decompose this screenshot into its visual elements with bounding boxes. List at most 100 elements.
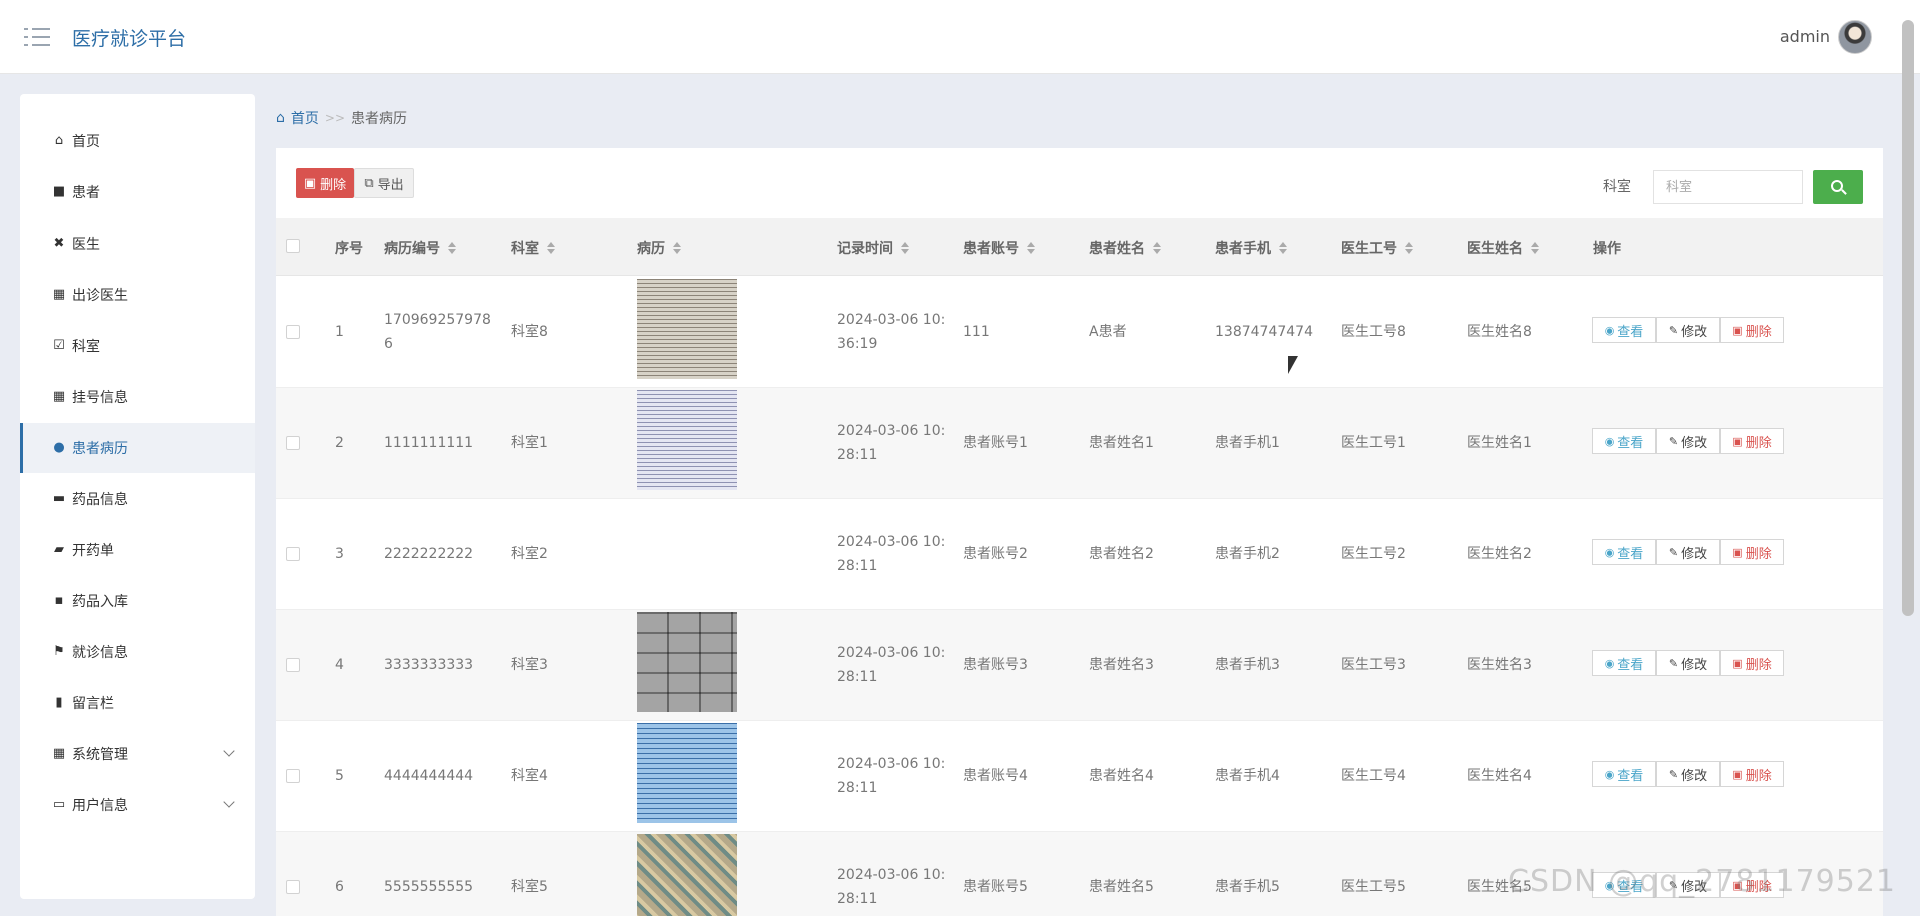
row-checkbox[interactable]: [286, 769, 300, 783]
delete-button[interactable]: ▣ 删除: [1720, 539, 1784, 565]
table-row: 2 1111111111 科室1 2024-03-06 10: 28:11 患者账号1 患者…: [276, 388, 1883, 499]
record-thumbnail[interactable]: [637, 390, 737, 490]
view-button[interactable]: ◉ 查看: [1592, 650, 1656, 676]
delete-button[interactable]: ▣ 删除: [1720, 428, 1784, 454]
sort-icon[interactable]: [547, 242, 555, 254]
table-row: 5 4444444444 科室4 2024-03-06 10: 28:11 患者账号4 患者…: [276, 721, 1883, 832]
row-actions: ◉ 查看 ✎ 修改 ▣ 删除: [1592, 650, 1784, 676]
sidebar-item-visit-info[interactable]: ⚑ 就诊信息: [20, 627, 255, 677]
sort-icon[interactable]: [1279, 242, 1287, 254]
view-button[interactable]: ◉ 查看: [1592, 317, 1656, 343]
sort-icon[interactable]: [1531, 242, 1539, 254]
cell-time-line1: 2024-03-06 10:: [837, 756, 946, 772]
row-checkbox[interactable]: [286, 325, 300, 339]
briefcase-icon: ▰: [54, 542, 64, 557]
eye-icon: ◉: [1604, 545, 1615, 559]
view-label: 查看: [1617, 546, 1644, 562]
home-icon: ⌂: [54, 133, 64, 148]
sidebar-item-drug-info[interactable]: ▬ 药品信息: [20, 474, 255, 524]
monitor-icon: ■: [52, 184, 66, 199]
edit-button[interactable]: ✎ 修改: [1656, 539, 1720, 565]
sort-icon[interactable]: [1153, 242, 1161, 254]
flag-icon: ⚑: [53, 644, 65, 659]
sort-icon[interactable]: [448, 242, 456, 254]
cell-phone: 患者手机1: [1215, 435, 1280, 451]
sidebar-item-message-board[interactable]: ▮ 留言栏: [20, 678, 255, 728]
view-button[interactable]: ◉ 查看: [1592, 761, 1656, 787]
menu-toggle-icon[interactable]: [24, 26, 50, 48]
column-label: 医生工号: [1341, 241, 1397, 257]
view-button[interactable]: ◉ 查看: [1592, 539, 1656, 565]
sidebar-item-visiting-doctor[interactable]: ▦ 出诊医生: [20, 270, 255, 320]
sidebar-item-label: 开药单: [72, 543, 114, 559]
row-checkbox[interactable]: [286, 880, 300, 894]
cell-account: 患者账号1: [963, 435, 1028, 451]
column-header-record[interactable]: 病历: [637, 238, 681, 258]
sidebar-item-home[interactable]: ⌂ 首页: [20, 116, 255, 166]
cell-doc-id: 医生工号4: [1341, 768, 1406, 784]
user-name[interactable]: admin: [1780, 27, 1830, 46]
cell-doc-id: 医生工号1: [1341, 435, 1406, 451]
sidebar-item-registration[interactable]: ▦ 挂号信息: [20, 372, 255, 422]
delete-button[interactable]: ▣ 删除: [1720, 650, 1784, 676]
sidebar-item-doctor[interactable]: ✖ 医生: [20, 219, 255, 269]
breadcrumb-home-link[interactable]: 首页: [291, 108, 319, 128]
sidebar-item-user-info[interactable]: ▭ 用户信息: [20, 780, 255, 830]
record-thumbnail[interactable]: [637, 279, 737, 379]
edit-label: 修改: [1681, 546, 1708, 562]
column-header-no: 序号: [335, 238, 363, 258]
row-checkbox[interactable]: [286, 436, 300, 450]
column-header-account[interactable]: 患者账号: [963, 238, 1035, 258]
edit-button[interactable]: ✎ 修改: [1656, 761, 1720, 787]
column-label: 患者手机: [1215, 241, 1271, 257]
column-header-time[interactable]: 记录时间: [837, 238, 909, 258]
edit-button[interactable]: ✎ 修改: [1656, 650, 1720, 676]
edit-button[interactable]: ✎ 修改: [1656, 317, 1720, 343]
view-label: 查看: [1617, 324, 1644, 340]
cell-dept: 科室8: [511, 324, 548, 340]
sort-icon[interactable]: [901, 242, 909, 254]
avatar[interactable]: [1838, 20, 1872, 54]
cell-time-line1: 2024-03-06 10:: [837, 534, 946, 550]
column-header-patient-name[interactable]: 患者姓名: [1089, 238, 1161, 258]
cell-code-line1: 170969257978: [384, 312, 491, 328]
record-thumbnail[interactable]: [637, 723, 737, 823]
sidebar-item-medical-record[interactable]: ● 患者病历: [20, 423, 255, 473]
search-button[interactable]: [1813, 170, 1863, 204]
sidebar-item-patient[interactable]: ■ 患者: [20, 167, 255, 217]
delete-button[interactable]: ▣ 删除: [1720, 317, 1784, 343]
sort-icon[interactable]: [1027, 242, 1035, 254]
cell-doc-name: 医生姓名2: [1467, 546, 1532, 562]
cell-time-line2: 28:11: [837, 447, 878, 463]
column-header-doc-id[interactable]: 医生工号: [1341, 238, 1413, 258]
delete-button[interactable]: ▣ 删除: [1720, 761, 1784, 787]
select-all-checkbox[interactable]: [286, 239, 300, 253]
export-button[interactable]: ⧉ 导出: [354, 168, 414, 198]
sidebar-item-prescription[interactable]: ▰ 开药单: [20, 525, 255, 575]
column-header-phone[interactable]: 患者手机: [1215, 238, 1287, 258]
batch-delete-button[interactable]: ▣ 删除: [296, 168, 354, 198]
record-thumbnail[interactable]: [637, 834, 737, 916]
page-scrollbar[interactable]: [1902, 20, 1914, 616]
delete-label: 删除: [1745, 324, 1772, 340]
edit-button[interactable]: ✎ 修改: [1656, 428, 1720, 454]
sort-icon[interactable]: [1405, 242, 1413, 254]
column-header-dept[interactable]: 科室: [511, 238, 555, 258]
sidebar-item-department[interactable]: ☑ 科室: [20, 321, 255, 371]
sidebar-item-system-admin[interactable]: ▦ 系统管理: [20, 729, 255, 779]
record-thumbnail[interactable]: [637, 612, 737, 712]
view-label: 查看: [1617, 768, 1644, 784]
trash-icon: ▣: [303, 175, 317, 191]
sidebar-item-drug-stock[interactable]: ▪ 药品入库: [20, 576, 255, 626]
cell-time-line1: 2024-03-06 10:: [837, 645, 946, 661]
eye-icon: ◉: [1604, 767, 1615, 781]
column-header-doc-name[interactable]: 医生姓名: [1467, 238, 1539, 258]
sort-icon[interactable]: [673, 242, 681, 254]
department-filter-input[interactable]: [1653, 170, 1803, 204]
view-button[interactable]: ◉ 查看: [1592, 428, 1656, 454]
column-header-code[interactable]: 病历编号: [384, 238, 456, 258]
row-checkbox[interactable]: [286, 547, 300, 561]
row-checkbox[interactable]: [286, 658, 300, 672]
column-label: 科室: [511, 241, 539, 257]
cell-patient-name: 患者姓名4: [1089, 768, 1154, 784]
